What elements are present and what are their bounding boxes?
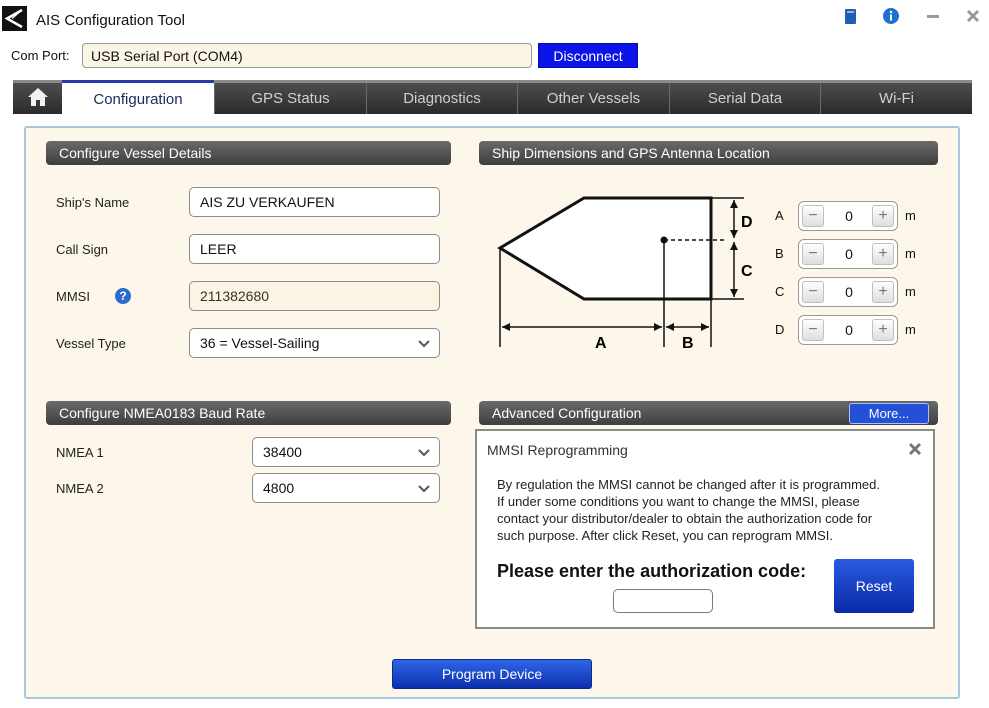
nmea1-value: 38400 (263, 444, 302, 460)
ship-dimensions-header: Ship Dimensions and GPS Antenna Location (479, 141, 938, 165)
nmea1-label: NMEA 1 (56, 445, 104, 460)
dimension-c-stepper[interactable]: − 0 + (798, 277, 898, 307)
mmsi-label: MMSI (56, 289, 90, 304)
diagram-label-c: C (741, 263, 753, 280)
vessel-type-value: 36 = Vessel-Sailing (200, 335, 320, 351)
tab-diagnostics[interactable]: Diagnostics (366, 83, 517, 114)
dialog-message: By regulation the MMSI cannot be changed… (497, 476, 917, 544)
dialog-message-line: such purpose. After click Reset, you can… (497, 528, 833, 543)
close-icon[interactable] (963, 6, 983, 26)
book-icon[interactable] (841, 6, 861, 26)
dimension-letter: B (775, 246, 784, 261)
comport-label: Com Port: (11, 48, 70, 63)
dimension-letter: C (775, 284, 785, 299)
chevron-down-icon (418, 449, 430, 457)
decrement-button[interactable]: − (802, 319, 824, 341)
tab-configuration[interactable]: Configuration (62, 80, 214, 115)
dialog-title: MMSI Reprogramming (487, 442, 628, 458)
decrement-button[interactable]: − (802, 205, 824, 227)
tab-bar: Configuration GPS Status Diagnostics Oth… (13, 80, 972, 115)
tab-gps-status[interactable]: GPS Status (214, 83, 366, 114)
home-icon (27, 87, 49, 111)
ship-name-label: Ship's Name (56, 195, 130, 210)
dimension-unit: m (905, 322, 916, 337)
nmea1-select[interactable]: 38400 (252, 437, 440, 467)
decrement-button[interactable]: − (802, 243, 824, 265)
ship-name-input[interactable]: AIS ZU VERKAUFEN (189, 187, 440, 217)
dimension-row-d: D − 0 + m (775, 315, 935, 345)
vessel-type-label: Vessel Type (56, 336, 126, 351)
nmea2-select[interactable]: 4800 (252, 473, 440, 503)
comport-field[interactable]: USB Serial Port (COM4) (82, 43, 532, 68)
ship-diagram: A B C D (497, 196, 753, 352)
call-sign-input[interactable]: LEER (189, 234, 440, 264)
mmsi-reprogramming-dialog: MMSI Reprogramming By regulation the MMS… (475, 429, 935, 629)
help-icon[interactable]: ? (115, 288, 131, 304)
authorization-prompt: Please enter the authorization code: (497, 561, 807, 581)
dimension-value[interactable]: 0 (829, 246, 869, 262)
window-title: AIS Configuration Tool (36, 12, 185, 29)
tab-home[interactable] (13, 83, 62, 114)
diagram-label-a: A (595, 335, 607, 352)
tab-serial-data[interactable]: Serial Data (669, 83, 820, 114)
diagram-label-b: B (682, 335, 694, 352)
more-button[interactable]: More... (849, 403, 929, 424)
disconnect-button[interactable]: Disconnect (538, 43, 638, 68)
minimize-icon[interactable] (923, 6, 943, 26)
dimension-row-c: C − 0 + m (775, 277, 935, 307)
vessel-details-header: Configure Vessel Details (46, 141, 451, 165)
dimension-value[interactable]: 0 (829, 322, 869, 338)
title-bar: AIS Configuration Tool (0, 0, 989, 40)
dimension-value[interactable]: 0 (829, 208, 869, 224)
dimension-row-a: A − 0 + m (775, 201, 935, 231)
dimension-unit: m (905, 246, 916, 261)
increment-button[interactable]: + (872, 281, 894, 303)
info-icon[interactable] (881, 6, 901, 26)
mmsi-field: 211382680 (189, 281, 440, 311)
authorization-code-input[interactable] (613, 589, 713, 613)
dimension-unit: m (905, 208, 916, 223)
dialog-message-line: If under some conditions you want to cha… (497, 494, 860, 509)
dimension-b-stepper[interactable]: − 0 + (798, 239, 898, 269)
nmea2-value: 4800 (263, 480, 295, 496)
increment-button[interactable]: + (872, 319, 894, 341)
dimension-a-stepper[interactable]: − 0 + (798, 201, 898, 231)
increment-button[interactable]: + (872, 205, 894, 227)
dimension-letter: D (775, 322, 785, 337)
tab-other-vessels[interactable]: Other Vessels (517, 83, 669, 114)
dimension-value[interactable]: 0 (829, 284, 869, 300)
increment-button[interactable]: + (872, 243, 894, 265)
dialog-close-icon[interactable] (907, 441, 923, 457)
dimension-d-stepper[interactable]: − 0 + (798, 315, 898, 345)
dimension-row-b: B − 0 + m (775, 239, 935, 269)
nmea2-label: NMEA 2 (56, 481, 104, 496)
app-logo-icon (2, 6, 27, 31)
tab-wifi[interactable]: Wi-Fi (820, 83, 972, 114)
dimension-letter: A (775, 208, 784, 223)
diagram-label-d: D (741, 214, 753, 231)
call-sign-label: Call Sign (56, 242, 109, 257)
dialog-message-line: By regulation the MMSI cannot be changed… (497, 477, 880, 492)
dialog-message-line: contact your distributor/dealer to obtai… (497, 511, 873, 526)
decrement-button[interactable]: − (802, 281, 824, 303)
chevron-down-icon (418, 485, 430, 493)
chevron-down-icon (418, 340, 430, 348)
dimension-unit: m (905, 284, 916, 299)
vessel-type-select[interactable]: 36 = Vessel-Sailing (189, 328, 440, 358)
program-device-button[interactable]: Program Device (392, 659, 592, 689)
reset-button[interactable]: Reset (834, 559, 914, 613)
nmea-baud-header: Configure NMEA0183 Baud Rate (46, 401, 451, 425)
